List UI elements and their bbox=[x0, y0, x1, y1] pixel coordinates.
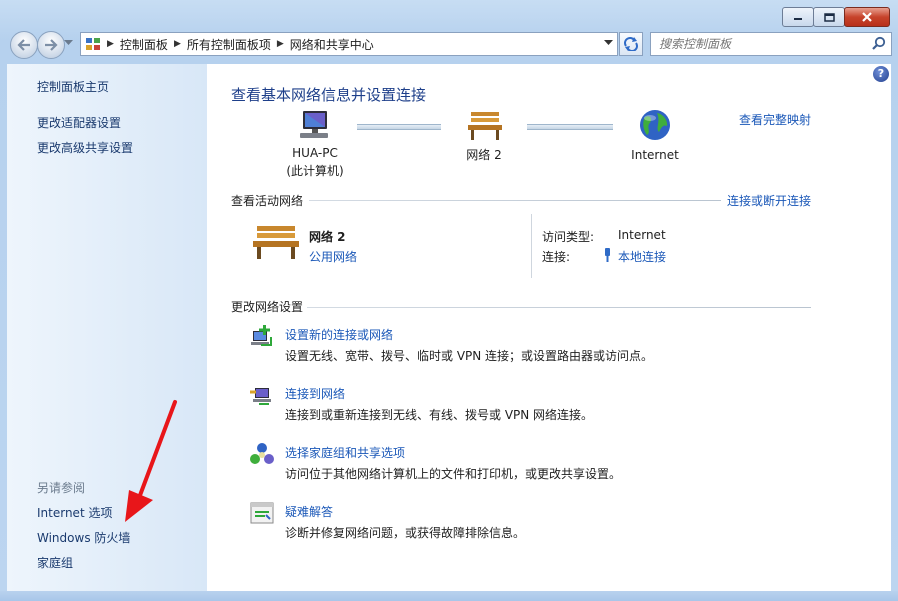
sidebar-item-advanced-sharing[interactable]: 更改高级共享设置 bbox=[37, 139, 133, 156]
help-icon[interactable]: ? bbox=[873, 66, 889, 82]
ethernet-icon bbox=[605, 248, 610, 262]
page-title: 查看基本网络信息并设置连接 bbox=[231, 86, 427, 104]
address-dropdown-icon[interactable] bbox=[604, 40, 613, 46]
breadcrumb-control-panel[interactable]: 控制面板 bbox=[120, 36, 168, 53]
connect-disconnect-link[interactable]: 连接或断开连接 bbox=[727, 192, 811, 209]
maximize-button[interactable] bbox=[813, 7, 845, 27]
see-also-label: 另请参阅 bbox=[37, 481, 86, 495]
see-also-homegroup[interactable]: 家庭组 bbox=[37, 554, 73, 571]
window-bottom-border bbox=[0, 591, 898, 601]
close-icon bbox=[862, 12, 872, 22]
search-input[interactable] bbox=[657, 33, 861, 55]
back-arrow-icon bbox=[17, 39, 30, 51]
sidebar: 控制面板主页 更改适配器设置 更改高级共享设置 另请参阅 Internet 选项… bbox=[7, 64, 207, 591]
control-panel-icon bbox=[86, 38, 100, 50]
map-node-computer[interactable]: HUA-PC (此计算机) bbox=[267, 108, 363, 179]
breadcrumb-network-center[interactable]: 网络和共享中心 bbox=[290, 36, 374, 53]
access-type-value: Internet bbox=[618, 228, 666, 242]
globe-icon bbox=[640, 110, 670, 140]
internet-node-label: Internet bbox=[631, 148, 679, 162]
computer-sublabel: (此计算机) bbox=[286, 164, 344, 178]
forward-button[interactable] bbox=[37, 31, 65, 59]
map-node-network[interactable]: 网络 2 bbox=[439, 108, 529, 163]
vertical-divider bbox=[531, 214, 532, 278]
task-troubleshoot-desc: 诊断并修复网络问题，或获得故障排除信息。 bbox=[285, 526, 526, 540]
computer-icon bbox=[300, 111, 328, 138]
maximize-icon bbox=[823, 12, 835, 22]
network-node-label: 网络 2 bbox=[466, 148, 502, 162]
annotation-arrow-icon bbox=[125, 400, 177, 522]
section-divider bbox=[309, 200, 721, 201]
connect-network-icon bbox=[250, 388, 271, 405]
task-connect-network-link[interactable]: 连接到网络 bbox=[285, 385, 345, 402]
recent-pages-chevron-icon[interactable] bbox=[64, 40, 73, 46]
see-also-internet-options[interactable]: Internet 选项 bbox=[37, 504, 112, 521]
computer-name: HUA-PC bbox=[292, 146, 338, 160]
bench-network-icon bbox=[468, 112, 502, 140]
access-type-label: 访问类型: bbox=[542, 230, 595, 244]
active-network-name: 网络 2 bbox=[309, 230, 346, 244]
breadcrumb-separator-icon: ▶ bbox=[107, 39, 114, 49]
homegroup-icon bbox=[250, 443, 274, 464]
section-divider bbox=[307, 307, 811, 308]
refresh-icon bbox=[624, 37, 638, 51]
main-content: ? 查看基本网络信息并设置连接 查看完整映射 HUA-PC (此计算机) 网络 bbox=[207, 64, 891, 591]
map-connector-line bbox=[527, 124, 613, 130]
map-node-internet[interactable]: Internet bbox=[611, 108, 699, 162]
search-icon[interactable] bbox=[872, 36, 886, 50]
sidebar-item-adapter-settings[interactable]: 更改适配器设置 bbox=[37, 114, 121, 131]
task-homegroup-desc: 访问位于其他网络计算机上的文件和打印机，或更改共享设置。 bbox=[285, 467, 622, 481]
refresh-button[interactable] bbox=[619, 32, 643, 56]
window-frame: ▶ 控制面板 ▶ 所有控制面板项 ▶ 网络和共享中心 控制面板主页 更改适配器设… bbox=[0, 0, 898, 601]
breadcrumb-separator-icon: ▶ bbox=[173, 39, 181, 49]
network-type-link[interactable]: 公用网络 bbox=[309, 248, 357, 265]
forward-arrow-icon bbox=[45, 39, 58, 51]
map-connector-line bbox=[357, 124, 441, 130]
sidebar-home-link[interactable]: 控制面板主页 bbox=[37, 78, 109, 95]
task-troubleshoot-link[interactable]: 疑难解答 bbox=[285, 503, 333, 520]
task-connect-network-desc: 连接到或重新连接到无线、有线、拨号或 VPN 网络连接。 bbox=[285, 408, 594, 422]
task-homegroup-link[interactable]: 选择家庭组和共享选项 bbox=[285, 444, 405, 461]
navigation-bar: ▶ 控制面板 ▶ 所有控制面板项 ▶ 网络和共享中心 bbox=[0, 28, 898, 62]
new-connection-icon bbox=[251, 325, 272, 346]
local-connection-link[interactable]: 本地连接 bbox=[618, 248, 666, 265]
see-also-windows-firewall[interactable]: Windows 防火墙 bbox=[37, 529, 130, 546]
back-button[interactable] bbox=[10, 31, 38, 59]
search-box[interactable] bbox=[650, 32, 892, 56]
task-setup-connection-desc: 设置无线、宽带、拨号、临时或 VPN 连接；或设置路由器或访问点。 bbox=[285, 349, 654, 363]
window-controls bbox=[782, 7, 890, 27]
connection-label: 连接: bbox=[542, 250, 571, 264]
minimize-button[interactable] bbox=[782, 7, 814, 27]
close-button[interactable] bbox=[844, 7, 890, 27]
minimize-icon bbox=[794, 18, 802, 20]
breadcrumb-all-items[interactable]: 所有控制面板项 bbox=[187, 36, 271, 53]
active-networks-header: 查看活动网络 bbox=[231, 194, 304, 208]
address-bar[interactable]: ▶ 控制面板 ▶ 所有控制面板项 ▶ 网络和共享中心 bbox=[80, 32, 618, 56]
troubleshoot-icon bbox=[250, 502, 274, 524]
breadcrumb-separator-icon: ▶ bbox=[276, 39, 284, 49]
view-full-map-link[interactable]: 查看完整映射 bbox=[739, 111, 811, 128]
task-setup-connection-link[interactable]: 设置新的连接或网络 bbox=[285, 326, 393, 343]
change-settings-header: 更改网络设置 bbox=[231, 300, 304, 314]
bench-network-icon bbox=[253, 226, 299, 259]
